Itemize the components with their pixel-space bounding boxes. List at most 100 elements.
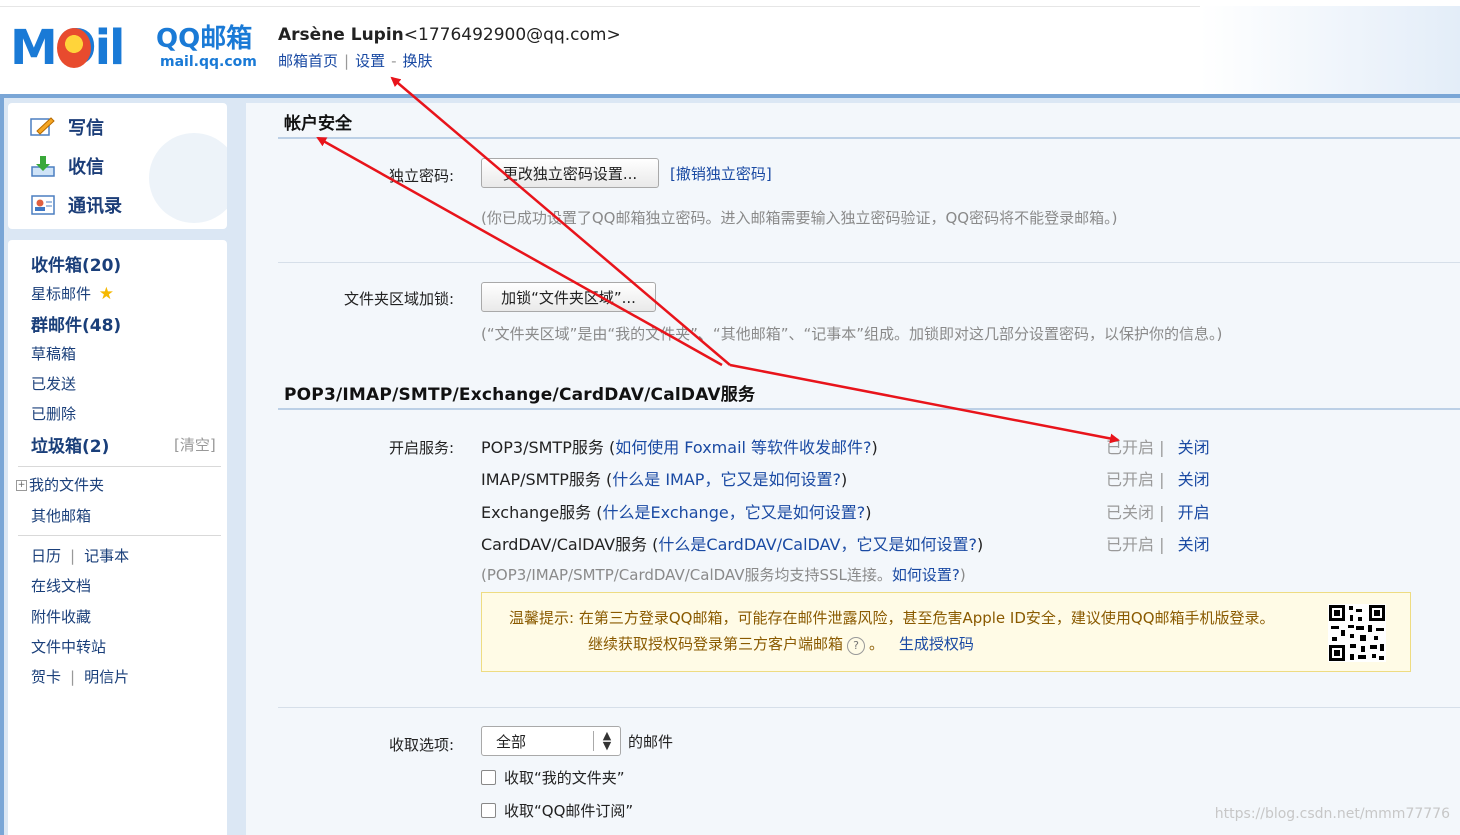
link-separator: |	[70, 668, 76, 686]
tip-line-1: 温馨提示: 在第三方登录QQ邮箱，可能存在邮件泄露风险，甚至危害Apple ID…	[509, 607, 1275, 628]
sidebar-item-docs[interactable]: 在线文档	[31, 575, 91, 596]
folder-lock-label: 文件夹区域加锁:	[343, 290, 454, 308]
fetch-scope-select[interactable]: 全部 ▲ ▼	[481, 726, 621, 756]
qr-code-icon	[1328, 604, 1386, 662]
row-divider	[278, 707, 1460, 708]
user-info: Arsène Lupin<1776492900@qq.com>	[278, 25, 621, 45]
change-skin-link[interactable]: 换肤	[403, 52, 433, 70]
pop3-smtp-service: POP3/SMTP服务 (如何使用 Foxmail 等软件收发邮件?)	[481, 438, 878, 457]
starred-label: 星标邮件	[31, 285, 92, 303]
status-text: 已开启	[1106, 470, 1155, 489]
fetch-subscription-checkbox[interactable]	[481, 803, 496, 818]
fetch-suffix: 的邮件	[628, 733, 674, 751]
sidebar-divider	[18, 535, 221, 536]
sidebar-item-drafts[interactable]: 草稿箱	[31, 343, 76, 364]
account-security-title: 帐户安全	[284, 114, 352, 134]
carddav-caldav-service: CardDAV/CalDAV服务 (什么是CardDAV/CalDAV，它又是如…	[481, 535, 984, 554]
imap-smtp-toggle-link[interactable]: 关闭	[1178, 470, 1210, 489]
help-question-icon[interactable]: ?	[847, 637, 866, 655]
receive-label: 收信	[68, 157, 104, 178]
exchange-status: 已关闭 | 开启	[1106, 503, 1210, 522]
warm-tip-box: 温馨提示: 在第三方登录QQ邮箱，可能存在邮件泄露风险，甚至危害Apple ID…	[481, 592, 1411, 672]
folder-lock-button[interactable]: 加锁“文件夹区域”...	[481, 282, 656, 312]
compose-icon	[30, 116, 56, 138]
exchange-toggle-link[interactable]: 开启	[1178, 503, 1210, 522]
calendar-link[interactable]: 日历	[31, 547, 61, 565]
postcard-link[interactable]: 明信片	[84, 668, 129, 686]
tip-line-2: 继续获取授权码登录第三方客户端邮箱?。 生成授权码	[588, 633, 974, 655]
service-help-link[interactable]: 如何使用 Foxmail 等软件收发邮件?	[615, 438, 871, 457]
sidebar-item-sent[interactable]: 已发送	[31, 373, 76, 394]
service-name: IMAP/SMTP服务	[481, 470, 601, 489]
sidebar-item-cards: 贺卡 | 明信片	[31, 666, 129, 687]
user-name: Arsène Lupin	[278, 25, 404, 45]
section-divider	[278, 408, 1460, 410]
pop3-smtp-toggle-link[interactable]: 关闭	[1178, 438, 1210, 457]
sidebar-item-deleted[interactable]: 已删除	[31, 403, 76, 424]
password-hint: (你已成功设置了QQ邮箱独立密码。进入邮箱需要输入独立密码验证，QQ密码将不能登…	[481, 209, 1118, 227]
ssl-setup-link[interactable]: 如何设置?	[892, 566, 960, 584]
sidebar-divider	[18, 466, 221, 467]
sidebar-item-other-mailbox[interactable]: 其他邮箱	[31, 505, 91, 526]
link-separator: -	[391, 52, 397, 70]
compose-button[interactable]: 写信	[30, 112, 104, 142]
change-password-button[interactable]: 更改独立密码设置...	[481, 158, 659, 188]
fetch-my-folders-checkbox[interactable]	[481, 770, 496, 785]
fetch-subscription-label: 收取“QQ邮件订阅”	[504, 802, 634, 820]
qq-mail-logo[interactable]: MOil QQ邮箱 mail.qq.com	[10, 22, 260, 78]
select-arrow-icon: ▲ ▼	[593, 730, 620, 751]
status-text: 已开启	[1106, 438, 1155, 457]
tip-text: 在第三方登录QQ邮箱，可能存在邮件泄露风险，甚至危害Apple ID安全，建议使…	[578, 609, 1275, 627]
ssl-hint: (POP3/IMAP/SMTP/CardDAV/CalDAV服务均支持SSL连接…	[481, 564, 966, 585]
fetch-my-folders-option[interactable]: 收取“我的文件夹”	[481, 767, 625, 788]
sidebar-folders: 收件箱(20) 星标邮件 ★ 群邮件(48) 草稿箱 已发送 已删除 垃圾箱(2…	[8, 240, 227, 835]
receive-button[interactable]: 收信	[30, 151, 104, 181]
service-help-link[interactable]: 什么是Exchange，它又是如何设置?	[603, 503, 866, 522]
sidebar-item-spam[interactable]: 垃圾箱(2)	[31, 432, 109, 457]
service-name: CardDAV/CalDAV服务	[481, 535, 648, 554]
sidebar-item-attachments[interactable]: 附件收藏	[31, 606, 91, 627]
card-link[interactable]: 贺卡	[31, 668, 61, 686]
fetch-subscription-option[interactable]: 收取“QQ邮件订阅”	[481, 800, 633, 821]
service-name: POP3/SMTP服务	[481, 438, 604, 457]
notebook-link[interactable]: 记事本	[84, 547, 129, 565]
mailbox-home-link[interactable]: 邮箱首页	[278, 52, 338, 70]
exchange-service: Exchange服务 (什么是Exchange，它又是如何设置?)	[481, 503, 872, 522]
clear-spam-link[interactable]: [清空]	[174, 434, 216, 455]
tip-auth-text: 继续获取授权码登录第三方客户端邮箱	[588, 635, 844, 653]
tip-period: 。	[869, 635, 885, 653]
carddav-caldav-toggle-link[interactable]: 关闭	[1178, 535, 1210, 554]
logo-domain-text: mail.qq.com	[160, 54, 257, 70]
top-links: 邮箱首页 | 设置 - 换肤	[278, 50, 433, 71]
services-title: POP3/IMAP/SMTP/Exchange/CardDAV/CalDAV服务	[284, 385, 756, 405]
contacts-button[interactable]: 通讯录	[30, 190, 122, 220]
inbox-download-icon	[30, 155, 56, 177]
generate-auth-code-link[interactable]: 生成授权码	[899, 635, 974, 653]
status-text: 已关闭	[1106, 503, 1155, 522]
settings-link[interactable]: 设置	[355, 52, 385, 70]
imap-smtp-service: IMAP/SMTP服务 (什么是 IMAP，它又是如何设置?)	[481, 470, 848, 489]
sidebar-item-group-mail[interactable]: 群邮件(48)	[31, 311, 121, 336]
header: MOil QQ邮箱 mail.qq.com Arsène Lupin<17764…	[0, 0, 1460, 96]
section-divider	[278, 137, 1460, 139]
sidebar-actions: 写信 收信 通讯录	[8, 103, 227, 229]
logo-bell-icon	[57, 28, 91, 68]
sidebar-item-inbox[interactable]: 收件箱(20)	[31, 251, 121, 276]
penguin-stamp-icon	[149, 133, 227, 223]
expand-plus-icon[interactable]: +	[16, 480, 27, 491]
folder-lock-hint: (“文件夹区域”是由“我的文件夹”、“其他邮箱”、“记事本”组成。加锁即对这几部…	[481, 325, 1223, 343]
cancel-password-link[interactable]: [撤销独立密码]	[670, 163, 772, 184]
service-help-link[interactable]: 什么是 IMAP，它又是如何设置?	[612, 470, 841, 489]
sidebar-item-file-transfer[interactable]: 文件中转站	[31, 636, 106, 657]
sidebar-item-my-folders[interactable]: + 我的文件夹	[16, 474, 104, 495]
compose-label: 写信	[68, 118, 104, 139]
header-decoration	[1200, 6, 1460, 96]
ssl-hint-text: (POP3/IMAP/SMTP/CardDAV/CalDAV服务均支持SSL连接…	[481, 566, 892, 584]
pop3-smtp-status: 已开启 | 关闭	[1106, 438, 1210, 457]
link-separator: |	[70, 547, 76, 565]
sidebar-item-calendar-notebook: 日历 | 记事本	[31, 545, 129, 566]
sidebar-item-starred[interactable]: 星标邮件 ★	[31, 283, 114, 304]
ssl-hint-end: )	[959, 566, 966, 584]
service-help-link[interactable]: 什么是CardDAV/CalDAV，它又是如何设置?	[658, 535, 977, 554]
watermark: https://blog.csdn.net/mmm77776	[1214, 806, 1450, 822]
